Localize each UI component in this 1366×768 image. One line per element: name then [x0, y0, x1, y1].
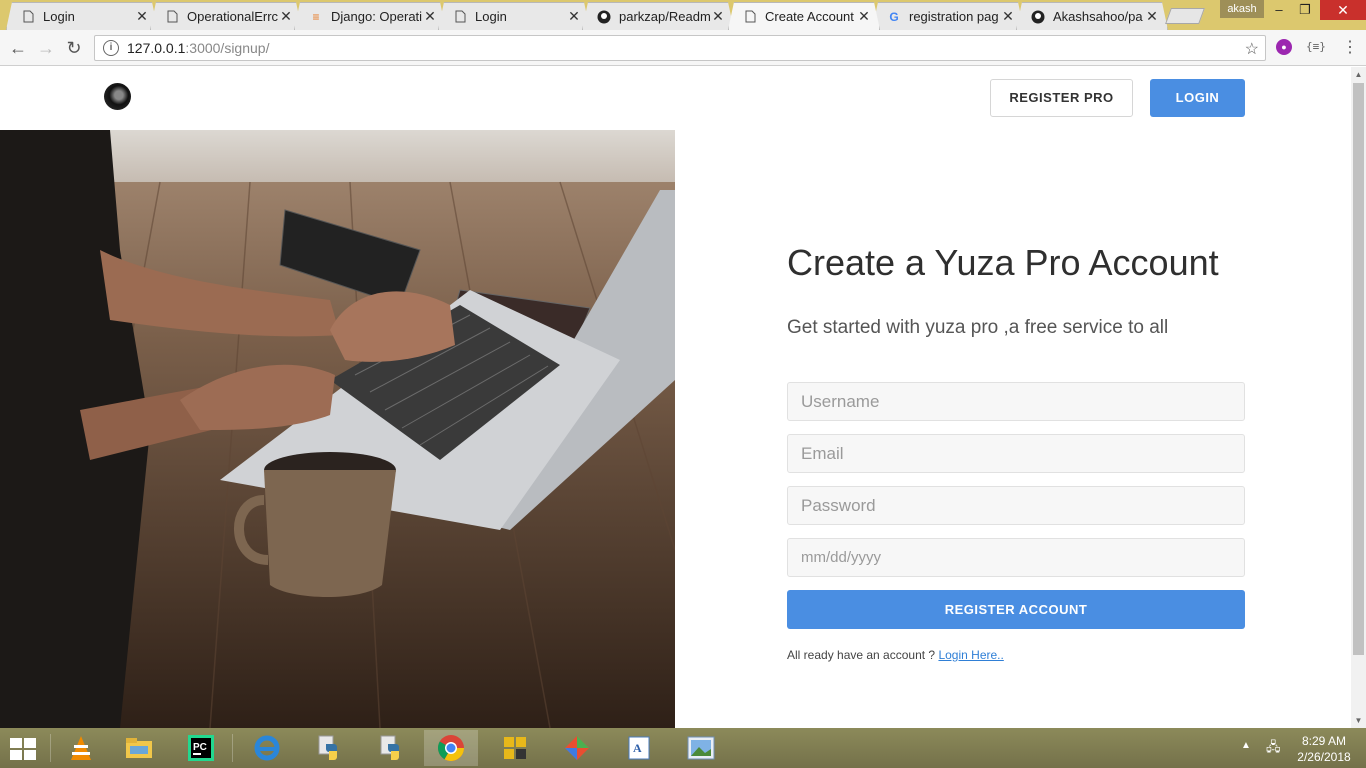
- email-field[interactable]: [787, 434, 1245, 473]
- login-prompt: All ready have an account ? Login Here..: [787, 648, 1004, 662]
- tab-title: Create Account: [765, 9, 854, 24]
- tab-create-account[interactable]: Create Account ✕: [728, 2, 880, 30]
- taskbar-separator: [50, 734, 51, 762]
- windows-taskbar: PC A: [0, 728, 1366, 768]
- hero-image: [0, 130, 675, 728]
- windows-start-icon[interactable]: [10, 738, 38, 760]
- address-bar[interactable]: i 127.0.0.1:3000/signup/ ☆: [94, 35, 1266, 61]
- github-icon: [597, 10, 611, 24]
- tab-operational-error[interactable]: OperationalErrc ✕: [150, 2, 302, 30]
- tab-title: OperationalErrc: [187, 9, 279, 24]
- site-logo[interactable]: [104, 83, 131, 110]
- login-here-link[interactable]: Login Here..: [938, 648, 1003, 662]
- tab-login-2[interactable]: Login ✕: [438, 2, 590, 30]
- browser-toolbar: ← → ↻ i 127.0.0.1:3000/signup/ ☆: [0, 30, 1366, 66]
- reload-icon[interactable]: ↻: [62, 36, 86, 60]
- file-explorer-icon[interactable]: [112, 730, 166, 766]
- close-tab-icon[interactable]: ✕: [423, 8, 437, 25]
- clock-date: 2/26/2018: [1297, 750, 1351, 764]
- tab-parkzap-readme[interactable]: parkzap/Readm ✕: [582, 2, 734, 30]
- close-window-icon[interactable]: ✕: [1320, 0, 1366, 20]
- page-icon: [165, 10, 179, 24]
- forward-arrow-icon[interactable]: →: [34, 36, 58, 60]
- scroll-down-icon[interactable]: ▼: [1351, 713, 1366, 728]
- page-content: REGISTER PRO LOGIN Create a Yuza Pro Acc…: [0, 67, 1351, 728]
- tab-title: Login: [43, 9, 75, 24]
- page-title: Create a Yuza Pro Account: [787, 242, 1219, 283]
- info-icon[interactable]: i: [103, 40, 119, 56]
- register-pro-button[interactable]: REGISTER PRO: [990, 79, 1133, 117]
- close-tab-icon[interactable]: ✕: [135, 8, 149, 25]
- tray-expand-icon[interactable]: ▲: [1241, 740, 1251, 751]
- page-icon: [743, 10, 757, 24]
- scrollbar-thumb[interactable]: [1353, 83, 1364, 655]
- scroll-up-icon[interactable]: ▲: [1351, 67, 1366, 82]
- close-tab-icon[interactable]: ✕: [1145, 8, 1159, 25]
- url-host: 127.0.0.1: [127, 40, 186, 56]
- minimize-icon[interactable]: –: [1266, 0, 1292, 20]
- stackoverflow-icon: ≡: [312, 9, 320, 24]
- menu-dots-icon[interactable]: ⋮: [1342, 37, 1358, 57]
- date-field[interactable]: [787, 538, 1245, 577]
- photos-icon[interactable]: [674, 730, 728, 766]
- tab-django-operational[interactable]: ≡ Django: Operati ✕: [294, 2, 446, 30]
- wordpad-icon[interactable]: A: [612, 730, 666, 766]
- bookmark-star-icon[interactable]: ☆: [1245, 39, 1259, 59]
- extension-icon[interactable]: ●: [1276, 39, 1292, 55]
- svg-text:PC: PC: [193, 742, 207, 753]
- password-field[interactable]: [787, 486, 1245, 525]
- tab-title: Akashsahoo/pa: [1053, 9, 1143, 24]
- puzzle-app-icon[interactable]: [488, 730, 542, 766]
- svg-text:A: A: [633, 741, 642, 755]
- url-path: :3000/signup/: [185, 40, 270, 56]
- profile-button[interactable]: akash: [1220, 0, 1264, 18]
- hero-illustration: [0, 130, 675, 728]
- tab-registration-page[interactable]: G registration pag ✕: [872, 2, 1024, 30]
- system-clock[interactable]: 8:29 AM 2/26/2018: [1294, 733, 1354, 765]
- register-account-button[interactable]: REGISTER ACCOUNT: [787, 590, 1245, 629]
- network-icon[interactable]: 🖧: [1266, 738, 1281, 760]
- login-prompt-text: All ready have an account ?: [787, 648, 936, 662]
- username-field[interactable]: [787, 382, 1245, 421]
- git-icon[interactable]: [550, 730, 604, 766]
- close-tab-icon[interactable]: ✕: [711, 8, 725, 25]
- tab-title: Login: [475, 9, 507, 24]
- restore-icon[interactable]: ❐: [1292, 0, 1318, 20]
- chrome-icon[interactable]: [424, 730, 478, 766]
- page-icon: [453, 10, 467, 24]
- page-scrollbar[interactable]: ▲ ▼: [1351, 67, 1366, 728]
- tab-title: parkzap/Readm: [619, 9, 711, 24]
- tab-strip: Login ✕ OperationalErrc ✕ ≡ Django: Oper…: [0, 0, 1366, 30]
- clock-time: 8:29 AM: [1301, 734, 1347, 748]
- taskbar-separator: [232, 734, 233, 762]
- login-button[interactable]: LOGIN: [1150, 79, 1245, 117]
- tab-login-1[interactable]: Login ✕: [6, 2, 158, 30]
- close-tab-icon[interactable]: ✕: [857, 8, 871, 25]
- python-icon[interactable]: [302, 730, 356, 766]
- vlc-icon[interactable]: [54, 730, 108, 766]
- json-extension-icon[interactable]: {≡}: [1306, 40, 1326, 53]
- internet-explorer-icon[interactable]: [240, 730, 294, 766]
- tab-title: registration pag: [909, 9, 999, 24]
- tab-title: Django: Operati: [331, 9, 423, 24]
- back-arrow-icon[interactable]: ←: [6, 36, 30, 60]
- close-tab-icon[interactable]: ✕: [567, 8, 581, 25]
- github-icon: [1031, 10, 1045, 24]
- page-subtitle: Get started with yuza pro ,a free servic…: [787, 317, 1169, 338]
- close-tab-icon[interactable]: ✕: [1001, 8, 1015, 25]
- pycharm-icon[interactable]: PC: [174, 730, 228, 766]
- page-icon: [21, 10, 35, 24]
- python-icon[interactable]: [364, 730, 418, 766]
- tab-akashsahoo[interactable]: Akashsahoo/pa ✕: [1016, 2, 1168, 30]
- new-tab-button[interactable]: [1165, 8, 1205, 24]
- google-icon: G: [889, 9, 899, 24]
- close-tab-icon[interactable]: ✕: [279, 8, 293, 25]
